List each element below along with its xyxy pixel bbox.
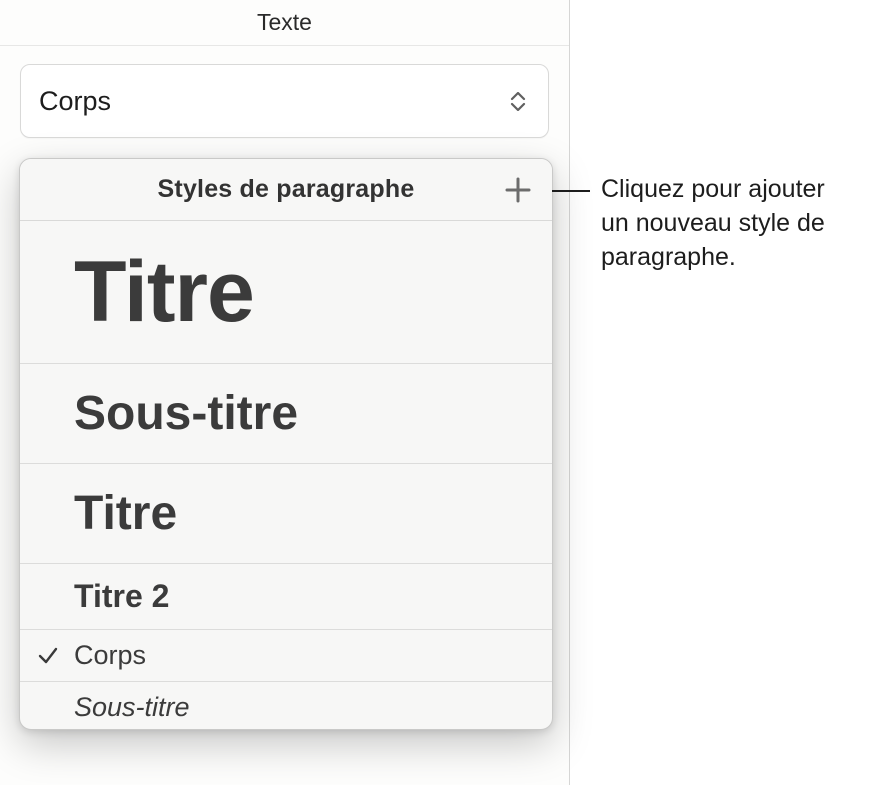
style-label: Titre	[74, 486, 177, 541]
callout-line-3: paragraphe.	[601, 241, 825, 275]
style-item-sous-titre[interactable]: Sous-titre	[20, 364, 552, 464]
paragraph-styles-popover: Styles de paragraphe Titre Sous-titre Ti…	[19, 158, 553, 730]
text-format-panel: Texte Corps Styles de paragraphe	[0, 0, 570, 785]
panel-header: Texte	[0, 0, 569, 46]
style-label: Sous-titre	[74, 386, 298, 441]
style-item-sous-titre-italic[interactable]: Sous-titre	[20, 682, 552, 729]
paragraph-style-dropdown[interactable]: Corps	[20, 64, 549, 138]
callout-annotation: Cliquez pour ajouter un nouveau style de…	[601, 173, 825, 274]
popover-header: Styles de paragraphe	[20, 159, 552, 221]
paragraph-style-list: Titre Sous-titre Titre Titre 2 Corps	[20, 221, 552, 729]
popover-title: Styles de paragraphe	[158, 175, 415, 204]
panel-title: Texte	[257, 9, 312, 36]
callout-line-1: Cliquez pour ajouter	[601, 173, 825, 207]
style-label: Corps	[74, 640, 146, 671]
current-style-label: Corps	[39, 86, 111, 117]
style-label: Titre 2	[74, 578, 169, 615]
style-item-titre-2[interactable]: Titre 2	[20, 564, 552, 630]
style-item-corps[interactable]: Corps	[20, 630, 552, 682]
style-label: Titre	[74, 249, 254, 335]
style-item-titre[interactable]: Titre	[20, 221, 552, 364]
add-style-button[interactable]	[500, 172, 536, 208]
plus-icon	[505, 177, 531, 203]
checkmark-icon	[36, 644, 60, 668]
style-item-titre-heading[interactable]: Titre	[20, 464, 552, 564]
callout-line-2: un nouveau style de	[601, 207, 825, 241]
style-label: Sous-titre	[74, 692, 190, 723]
updown-chevron-icon	[510, 92, 526, 110]
callout-leader-line	[546, 190, 590, 192]
